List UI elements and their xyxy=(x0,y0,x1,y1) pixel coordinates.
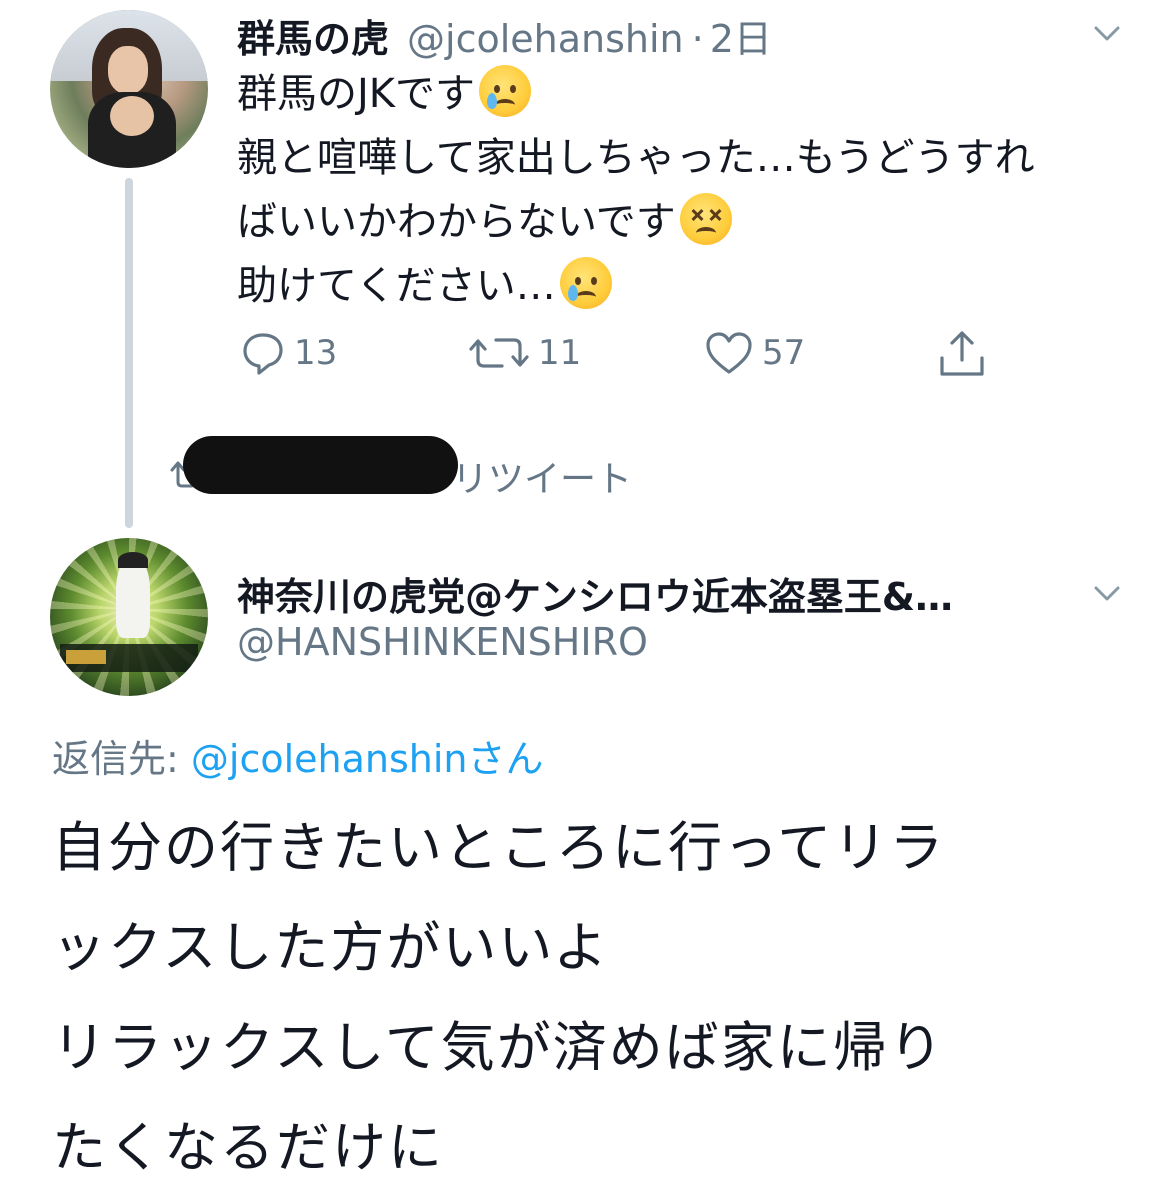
reply-line: 自分の行きたいところに行ってリラ xyxy=(52,816,946,879)
reply-prefix: 返信先: xyxy=(52,737,179,781)
timestamp[interactable]: 2日 xyxy=(710,8,772,63)
separator-dot: · xyxy=(691,17,704,61)
tweet-line-text: 親と喧嘩して家出しちゃった…もうどうすれ xyxy=(237,135,1035,181)
heart-icon xyxy=(706,332,752,374)
reply-icon xyxy=(243,333,283,375)
avatar[interactable] xyxy=(50,10,208,168)
confounded-face-emoji-icon xyxy=(679,193,732,245)
avatar-player xyxy=(116,558,150,638)
retweet-notice-text[interactable]: リツイート xyxy=(452,450,632,502)
avatar-face xyxy=(108,46,148,94)
reply-button[interactable]: 13 xyxy=(240,330,337,376)
user-handle[interactable]: @HANSHINKENSHIRO xyxy=(237,620,648,664)
tweet-line: 群馬のJKです xyxy=(237,62,1035,126)
crying-face-emoji-icon xyxy=(559,257,612,309)
retweet-button[interactable]: 11 xyxy=(468,330,581,376)
tweet-text: 群馬のJKです 親と喧嘩して家出しちゃった…もうどうすれ ばいいかわからないです… xyxy=(237,62,1035,318)
reply-handle-link[interactable]: @jcolehanshin xyxy=(191,737,468,781)
tweet-line: ばいいかわからないです xyxy=(237,190,1035,254)
tweet-line-text: 群馬のJKです xyxy=(237,71,476,117)
reply-context: 返信先: @jcolehanshinさん xyxy=(52,728,544,783)
display-name[interactable]: 群馬の虎 xyxy=(237,8,389,63)
reply-line: リラックスして気が済めば家に帰り xyxy=(52,1016,945,1079)
crying-face-emoji-icon xyxy=(479,65,532,117)
display-name[interactable]: 神奈川の虎党@ケンシロウ近本盗塁王&… xyxy=(237,566,953,621)
retweet-icon xyxy=(469,338,529,368)
reply-line: たくなるだけに xyxy=(52,1116,444,1179)
user-handle[interactable]: @jcolehanshin xyxy=(407,17,684,61)
tweet-line: 助けてください… xyxy=(237,254,1035,318)
avatar-card-badge xyxy=(66,650,106,664)
redaction-bar xyxy=(183,436,458,494)
share-icon[interactable] xyxy=(936,328,988,378)
like-count: 57 xyxy=(762,333,806,373)
tweet-line-text: 助けてください… xyxy=(237,263,556,309)
avatar-skin xyxy=(110,96,154,136)
thread-line xyxy=(125,178,133,528)
avatar-cap xyxy=(118,552,148,568)
reply-suffix: さん xyxy=(467,737,544,781)
chevron-down-icon[interactable] xyxy=(1092,18,1122,48)
like-button[interactable]: 57 xyxy=(704,330,805,376)
reply-line: ックスした方がいいよ xyxy=(52,916,610,979)
tweet-header: 群馬の虎 @jcolehanshin · 2日 xyxy=(237,8,772,63)
tweet-line: 親と喧嘩して家出しちゃった…もうどうすれ xyxy=(237,126,1035,190)
tweet-line-text: ばいいかわからないです xyxy=(237,199,676,245)
chevron-down-icon[interactable] xyxy=(1092,578,1122,608)
reply-count: 13 xyxy=(294,333,338,373)
reply-tweet-text: 自分の行きたいところに行ってリラ ックスした方がいいよ リラックスして気が済めば… xyxy=(52,798,945,1198)
retweet-count: 11 xyxy=(538,333,582,373)
avatar[interactable] xyxy=(50,538,208,696)
